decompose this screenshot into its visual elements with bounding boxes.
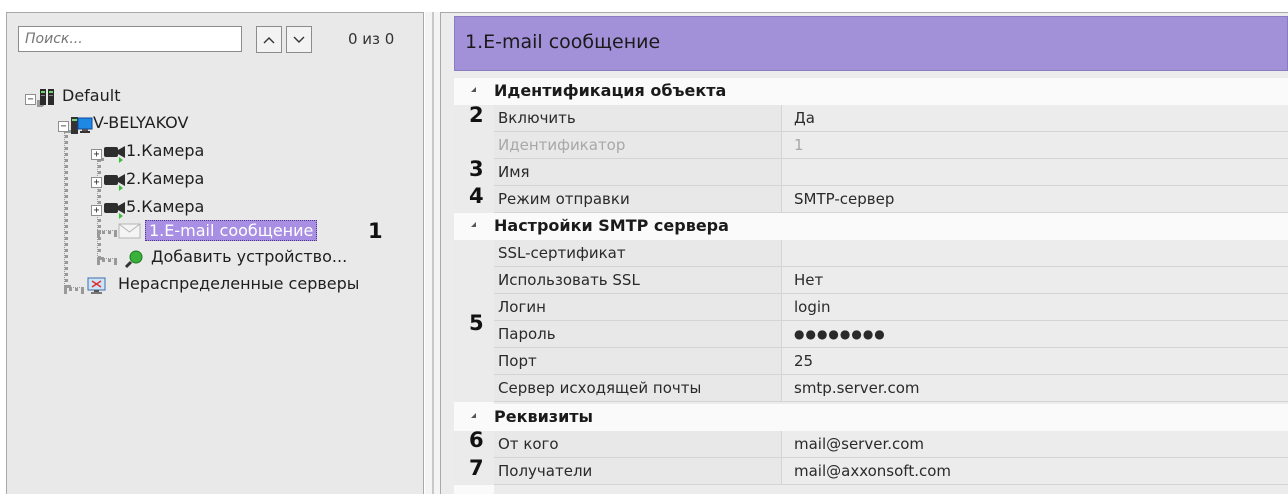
property-value[interactable]: login: [782, 294, 1288, 321]
property-name: SSL-сертификат: [494, 240, 782, 267]
section-smtp[interactable]: Настройки SMTP сервера: [454, 213, 1288, 240]
tree-collapse-toggle[interactable]: −: [58, 121, 69, 132]
property-row[interactable]: Включить Да: [454, 105, 1288, 132]
password-value[interactable]: ●●●●●●●●: [782, 321, 1288, 348]
search-prev-button[interactable]: [256, 26, 282, 53]
property-name: Имя: [494, 159, 782, 186]
property-name: Включить: [494, 105, 782, 132]
tree-connector: [64, 130, 68, 288]
tree-connector: [97, 230, 117, 234]
section-requisites[interactable]: Реквизиты: [454, 404, 1288, 431]
callout-number: 3: [469, 157, 484, 181]
section-title: Идентификация объекта: [494, 81, 727, 100]
tree-item-camera[interactable]: 1.Камера: [126, 141, 204, 160]
server-group-icon: [38, 87, 60, 111]
property-row[interactable]: Логин login: [454, 294, 1288, 321]
tree-item-default[interactable]: Default: [62, 86, 120, 105]
tree-item-unassigned-servers[interactable]: Нераспределенные серверы: [118, 274, 359, 293]
tree-item-camera[interactable]: 2.Камера: [126, 169, 204, 188]
tree-item-server[interactable]: V-BELYAKOV: [93, 113, 188, 132]
property-value[interactable]: Нет: [782, 267, 1288, 294]
property-row[interactable]: SSL-сертификат: [454, 240, 1288, 267]
property-value[interactable]: mail@server.com: [782, 431, 1288, 458]
property-name: Сервер исходящей почты: [494, 375, 782, 402]
property-row[interactable]: От кого mail@server.com: [454, 431, 1288, 458]
property-row[interactable]: Идентификатор 1: [454, 132, 1288, 159]
tree-collapse-toggle[interactable]: −: [25, 94, 36, 105]
unassigned-server-icon: [86, 276, 108, 300]
property-value[interactable]: Да: [782, 105, 1288, 132]
property-row[interactable]: Режим отправки SMTP-сервер: [454, 186, 1288, 213]
tree-connector: [97, 258, 117, 262]
tree-expand-toggle[interactable]: +: [91, 149, 102, 160]
tree-item-email-selected[interactable]: 1.E-mail сообщение: [145, 220, 318, 241]
property-value[interactable]: [782, 159, 1288, 186]
property-value[interactable]: SMTP-сервер: [782, 186, 1288, 213]
property-row[interactable]: Порт 25: [454, 348, 1288, 375]
tree-item-add-device[interactable]: Добавить устройство...: [151, 247, 347, 266]
splitter-grip: [432, 12, 434, 494]
camera-icon: [103, 171, 127, 195]
chevron-down-icon: [293, 36, 305, 43]
collapse-arrow-icon[interactable]: [471, 222, 476, 227]
property-name: От кого: [494, 431, 782, 458]
property-value[interactable]: smtp.server.com: [782, 375, 1288, 402]
property-name: Использовать SSL: [494, 267, 782, 294]
section-title: Реквизиты: [494, 407, 594, 426]
chevron-up-icon: [263, 36, 275, 43]
property-row[interactable]: Получатели mail@axxonsoft.com: [454, 458, 1288, 485]
add-device-search-icon: [124, 249, 146, 273]
property-value[interactable]: [782, 240, 1288, 267]
property-name: Логин: [494, 294, 782, 321]
callout-number: 1: [368, 219, 383, 243]
properties-header: 1.E-mail сообщение: [454, 16, 1288, 71]
property-row[interactable]: Использовать SSL Нет: [454, 267, 1288, 294]
property-name: Идентификатор: [494, 132, 782, 159]
callout-number: 2: [469, 103, 484, 127]
panel-title: 1.E-mail сообщение: [465, 31, 661, 53]
camera-icon: [103, 199, 127, 223]
collapse-arrow-icon[interactable]: [471, 413, 476, 418]
section-identification[interactable]: Идентификация объекта: [454, 78, 1288, 105]
property-name: Получатели: [494, 458, 782, 485]
tree-item-camera[interactable]: 5.Камера: [126, 197, 204, 216]
callout-number: 4: [469, 184, 484, 208]
section-title: Настройки SMTP сервера: [494, 216, 729, 235]
search-next-button[interactable]: [286, 26, 312, 53]
search-result-counter: 0 из 0: [348, 30, 395, 48]
server-computer-icon: [70, 114, 94, 140]
property-row[interactable]: Сервер исходящей почты smtp.server.com: [454, 375, 1288, 402]
tree-expand-toggle[interactable]: +: [91, 205, 102, 216]
property-value[interactable]: mail@axxonsoft.com: [782, 458, 1288, 485]
envelope-icon: [118, 222, 142, 244]
tree-connector: [64, 287, 84, 291]
camera-icon: [103, 143, 127, 167]
search-input[interactable]: [18, 26, 242, 52]
property-value[interactable]: 25: [782, 348, 1288, 375]
callout-number: 6: [469, 428, 484, 452]
property-value: 1: [782, 132, 1288, 159]
property-name: Порт: [494, 348, 782, 375]
callout-number: 7: [469, 456, 484, 480]
collapse-arrow-icon[interactable]: [471, 87, 476, 92]
property-row[interactable]: Пароль ●●●●●●●●: [454, 321, 1288, 348]
property-name: Пароль: [494, 321, 782, 348]
property-name: Режим отправки: [494, 186, 782, 213]
callout-number: 5: [469, 311, 484, 335]
tree-expand-toggle[interactable]: +: [91, 177, 102, 188]
property-row[interactable]: Имя: [454, 159, 1288, 186]
